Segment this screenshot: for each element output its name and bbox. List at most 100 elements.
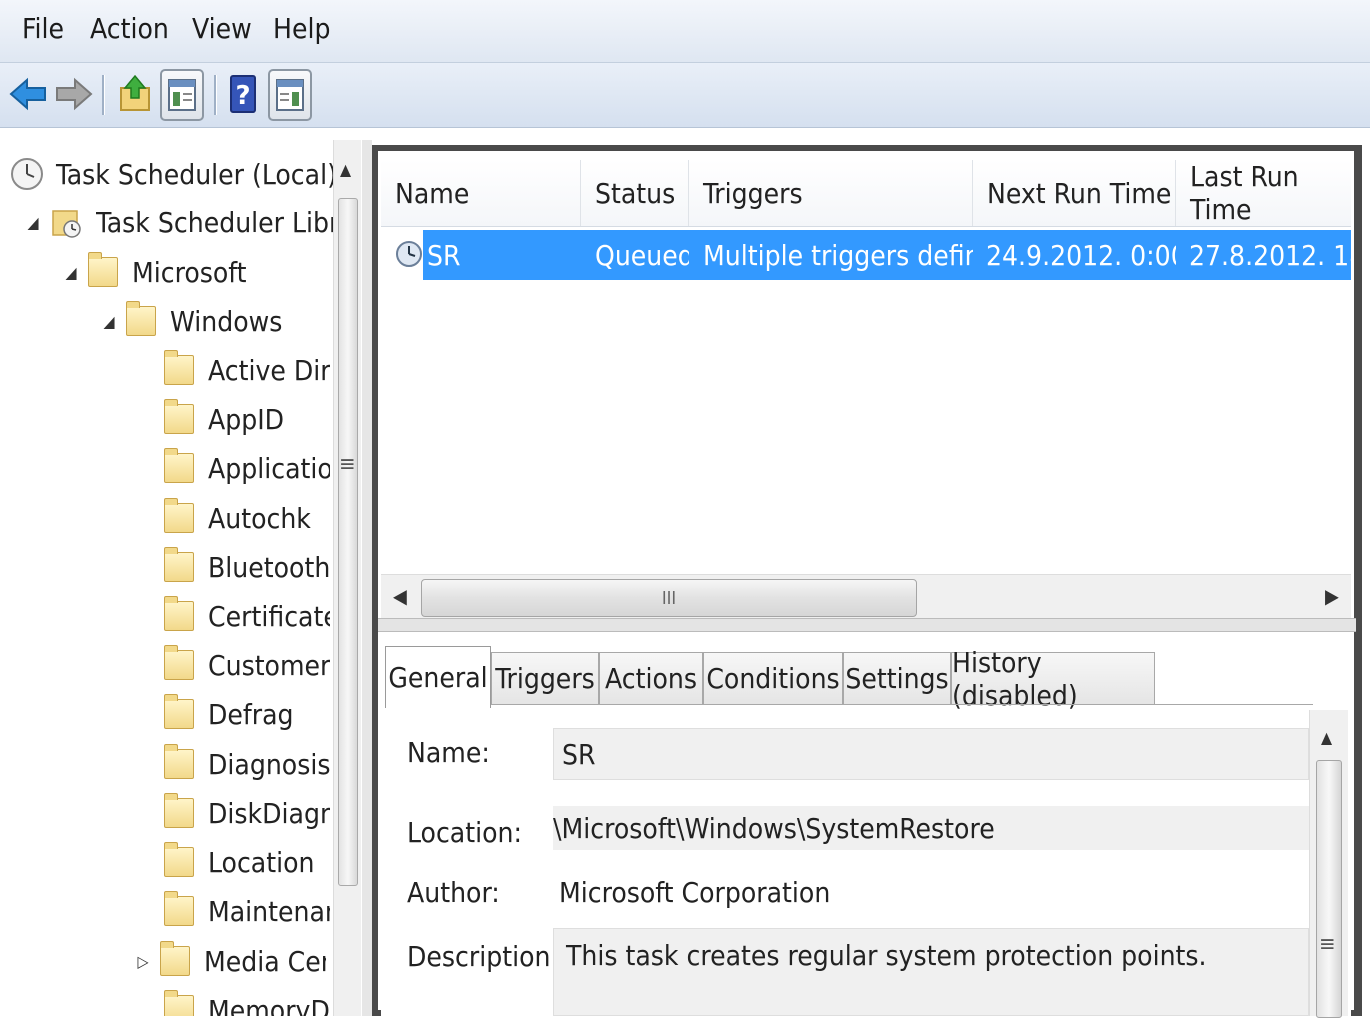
- column-header-last-run-time[interactable]: Last Run Time: [1176, 160, 1351, 226]
- table-row[interactable]: SR Queued Multiple triggers defined 24.9…: [381, 230, 1351, 280]
- menu-help[interactable]: Help: [273, 12, 330, 45]
- tree-item-folder[interactable]: Application: [164, 446, 330, 490]
- column-header-name[interactable]: Name: [381, 160, 581, 226]
- menu-file[interactable]: File: [22, 12, 64, 45]
- scroll-right-icon[interactable]: ▶: [1325, 584, 1339, 608]
- cell-triggers: Multiple triggers defined: [703, 238, 973, 272]
- list-scrollbar-thumb[interactable]: III: [421, 579, 917, 617]
- help-icon[interactable]: ?: [220, 69, 266, 119]
- back-arrow-icon[interactable]: [6, 69, 52, 119]
- tree-label: AppID: [208, 402, 285, 436]
- tab-strip-line: [491, 704, 1313, 705]
- tree-label: DiskDiagno: [208, 796, 330, 830]
- toolbar: ?: [0, 63, 1370, 128]
- expanded-arrow-icon[interactable]: ◢: [62, 263, 80, 282]
- folder-icon: [164, 744, 194, 779]
- svg-text:?: ?: [235, 81, 250, 111]
- scroll-up-icon[interactable]: ▲: [340, 160, 351, 179]
- tab-history[interactable]: History (disabled): [951, 646, 1155, 712]
- menu-view[interactable]: View: [192, 12, 252, 45]
- tab-triggers[interactable]: Triggers: [491, 652, 599, 704]
- tree-item-folder[interactable]: Defrag: [164, 692, 330, 736]
- name-label: Name:: [407, 736, 490, 769]
- scroll-up-icon[interactable]: ▲: [1321, 728, 1332, 747]
- tree-item-folder[interactable]: Maintenanc: [164, 889, 330, 933]
- tree-item-folder[interactable]: Location: [164, 840, 330, 884]
- collapsed-arrow-icon[interactable]: ▷: [134, 952, 152, 971]
- description-label: Description:: [407, 940, 559, 973]
- tab-settings[interactable]: Settings: [843, 652, 951, 704]
- task-list[interactable]: Name Status Triggers Next Run Time Last …: [381, 160, 1351, 621]
- tree-label: Defrag: [208, 697, 294, 731]
- menu-action[interactable]: Action: [90, 12, 169, 45]
- tree-label: Media Cent: [204, 944, 326, 978]
- tree-item-folder[interactable]: CertificateS: [164, 594, 330, 638]
- tree-item-folder[interactable]: ▷ Media Cent: [134, 939, 326, 983]
- folder-icon: [164, 596, 194, 631]
- tree-item-root[interactable]: Task Scheduler (Local): [10, 152, 337, 196]
- expanded-arrow-icon[interactable]: ◢: [24, 213, 42, 232]
- tree-scrollbar-thumb[interactable]: [338, 198, 358, 886]
- pane-splitter-horizontal[interactable]: [378, 618, 1356, 632]
- details-scrollbar[interactable]: ▲ ≡: [1309, 710, 1348, 1018]
- tree-label: Task Scheduler (Local): [56, 157, 337, 191]
- tab-actions[interactable]: Actions: [599, 652, 703, 704]
- folder-icon: [126, 301, 156, 336]
- action-pane-icon[interactable]: [268, 69, 312, 121]
- folder-icon: [160, 941, 190, 976]
- tree-label: Windows: [170, 304, 283, 338]
- tree-item-folder[interactable]: DiskDiagno: [164, 791, 330, 835]
- tab-conditions[interactable]: Conditions: [703, 652, 843, 704]
- console-tree[interactable]: Task Scheduler (Local) ◢ Task Scheduler …: [6, 140, 361, 1016]
- list-horizontal-scrollbar[interactable]: ◀ III ▶: [381, 574, 1351, 621]
- tree-item-folder[interactable]: Bluetooth: [164, 545, 330, 589]
- tree-label: Application: [208, 451, 330, 485]
- location-field[interactable]: \Microsoft\Windows\SystemRestore: [553, 806, 1309, 850]
- cell-name: SR: [427, 238, 461, 272]
- folder-icon: [164, 793, 194, 828]
- tree-item-folder[interactable]: MemoryDia: [164, 988, 330, 1016]
- author-value[interactable]: Microsoft Corporation: [559, 876, 830, 909]
- tree-item-folder[interactable]: Autochk: [164, 496, 330, 540]
- toolbar-separator: [214, 75, 217, 115]
- tree-item-microsoft[interactable]: ◢ Microsoft: [62, 250, 247, 294]
- tree-item-windows[interactable]: ◢ Windows: [100, 299, 282, 343]
- column-header-status[interactable]: Status: [581, 160, 689, 226]
- tree-item-folder[interactable]: AppID: [164, 397, 330, 441]
- tree-item-folder[interactable]: Diagnosis: [164, 742, 330, 786]
- folder-icon: [164, 448, 194, 483]
- scroll-grip: III: [661, 587, 677, 609]
- tree-label: Task Scheduler Library: [96, 205, 336, 239]
- folder-icon: [88, 252, 118, 287]
- location-label: Location:: [407, 816, 522, 849]
- name-field[interactable]: SR: [553, 728, 1309, 780]
- cell-status: Queued: [595, 238, 689, 272]
- details-scrollbar-thumb[interactable]: [1316, 760, 1342, 1018]
- folder-icon: [164, 399, 194, 434]
- up-folder-icon[interactable]: [112, 69, 158, 119]
- tree-item-folder[interactable]: Active Direc: [164, 348, 330, 392]
- grip-icon: ≡: [339, 452, 356, 477]
- forward-arrow-icon[interactable]: [50, 69, 96, 119]
- console-tree-icon[interactable]: [160, 69, 204, 121]
- tree-item-folder[interactable]: Customer E: [164, 643, 330, 687]
- folder-icon: [164, 547, 194, 582]
- column-header-triggers[interactable]: Triggers: [689, 160, 973, 226]
- tree-item-library[interactable]: ◢ Task Scheduler Library: [24, 200, 336, 244]
- description-field[interactable]: This task creates regular system protect…: [553, 928, 1309, 1016]
- tab-general[interactable]: General: [385, 646, 491, 708]
- tree-label: Diagnosis: [208, 747, 330, 781]
- grip-icon: ≡: [1319, 932, 1336, 957]
- column-header-next-run-time[interactable]: Next Run Time: [973, 160, 1176, 226]
- author-label: Author:: [407, 876, 500, 909]
- tree-scrollbar[interactable]: ▲ ≡: [333, 140, 361, 1016]
- expanded-arrow-icon[interactable]: ◢: [100, 312, 118, 331]
- clock-icon: [10, 157, 44, 191]
- tree-label: Active Direc: [208, 353, 330, 387]
- folder-icon: [164, 891, 194, 926]
- scroll-left-icon[interactable]: ◀: [393, 584, 407, 608]
- pane-splitter[interactable]: [362, 140, 372, 1016]
- folder-icon: [164, 694, 194, 729]
- task-details-pane: General Triggers Actions Conditions Sett…: [381, 632, 1351, 1018]
- folder-icon: [164, 498, 194, 533]
